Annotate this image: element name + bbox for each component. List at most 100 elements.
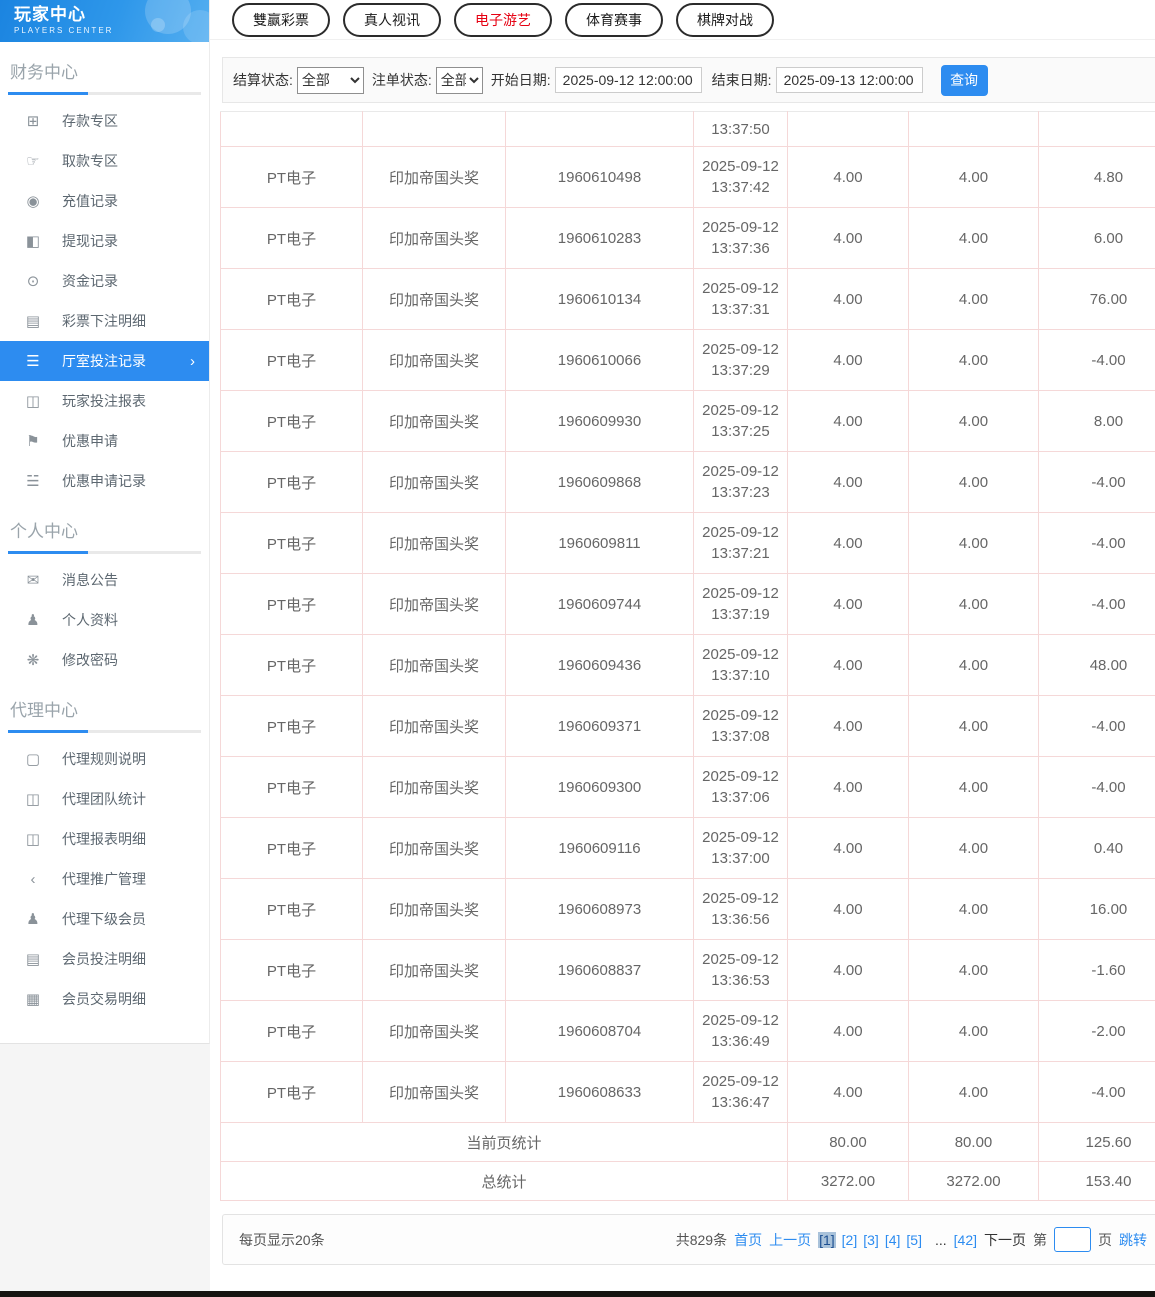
tab-体育赛事[interactable]: 体育赛事 — [565, 2, 663, 37]
sidebar-item-label: 玩家投注报表 — [62, 393, 146, 409]
page-summary-row: 当前页统计 80.00 80.00 125.60 — [220, 1122, 1155, 1162]
promo-apply-icon: ⚑ — [26, 433, 40, 450]
table-cell — [787, 111, 909, 147]
page-link-2[interactable]: [2] — [842, 1232, 858, 1248]
sidebar-item-agent-downline[interactable]: ♟ 代理下级会员 — [0, 899, 209, 939]
sidebar-item-withdraw[interactable]: ☞ 取款专区 — [0, 141, 209, 181]
valid-amount-cell: 4.00 — [908, 390, 1039, 452]
sidebar-item-lottery-bet-detail[interactable]: ▤ 彩票下注明细 — [0, 301, 209, 341]
settle-status-select[interactable]: 全部 — [296, 66, 364, 94]
gamepad-decoration-icon — [183, 10, 209, 42]
agent-team-stats-icon: ◫ — [25, 791, 41, 808]
page-link-4[interactable]: [4] — [885, 1232, 901, 1248]
sidebar-item-promo-apply-record[interactable]: ☱ 优惠申请记录 — [0, 461, 209, 501]
table-row: PT电子 印加帝国头奖 1960608837 2025-09-12 13:36:53 4.… — [220, 939, 1155, 1001]
sidebar-item-label: 会员投注明细 — [62, 951, 146, 967]
prev-page-link[interactable]: 上一页 — [769, 1230, 811, 1250]
summary-result-cell: 125.60 — [1038, 1122, 1155, 1162]
win-loss-cell: -4.00 — [1038, 329, 1155, 391]
bet-time: 13:37:36 — [711, 240, 770, 257]
order-number-cell: 1960610134 — [505, 268, 694, 330]
game-type-cell: PT电子 — [220, 1061, 363, 1123]
bet-time-cell: 2025-09-12 13:37:06 — [693, 756, 788, 818]
sidebar-item-label: 代理团队统计 — [62, 791, 146, 807]
sidebar-item-player-bet-report[interactable]: ◫ 玩家投注报表 — [0, 381, 209, 421]
search-button[interactable]: 查询 — [940, 64, 988, 96]
end-date-input[interactable] — [775, 67, 923, 93]
valid-amount-cell: 4.00 — [908, 939, 1039, 1001]
promo-apply-record-icon: ☱ — [26, 473, 40, 490]
valid-amount-cell: 4.00 — [908, 1061, 1039, 1123]
agent-rules-icon: ▢ — [25, 751, 41, 768]
sidebar-item-label: 消息公告 — [62, 572, 118, 588]
valid-amount-cell: 4.00 — [908, 1000, 1039, 1062]
bet-time: 13:36:53 — [711, 972, 770, 989]
change-password-icon: ❋ — [26, 652, 40, 669]
sidebar-panel: 玩家中心 PLAYERS CENTER 财务中心 ⊞ 存款专区 ☞ 取款专区 ◉ 充值记录 ◧… — [0, 0, 210, 1044]
game-name-cell: 印加帝国头奖 — [362, 1000, 506, 1062]
bet-date: 2025-09-12 — [702, 402, 779, 419]
bet-date: 2025-09-12 — [702, 219, 779, 236]
win-loss-cell: 4.80 — [1038, 146, 1155, 208]
first-page-link[interactable]: 首页 — [734, 1230, 762, 1250]
bet-time-cell: 2025-09-12 13:37:25 — [693, 390, 788, 452]
sidebar-item-deposit[interactable]: ⊞ 存款专区 — [0, 101, 209, 141]
win-loss-cell: -4.00 — [1038, 451, 1155, 513]
sidebar-item-agent-report[interactable]: ◫ 代理报表明细 — [0, 819, 209, 859]
tab-真人视讯[interactable]: 真人视讯 — [343, 2, 441, 37]
sidebar-item-agent-promotion[interactable]: ‹ 代理推广管理 — [0, 859, 209, 899]
win-loss-cell: -2.00 — [1038, 1000, 1155, 1062]
jump-prefix-label: 第 — [1033, 1231, 1047, 1248]
table-row: PT电子 印加帝国头奖 1960610066 2025-09-12 13:37:29 4.… — [220, 329, 1155, 391]
start-date-input[interactable] — [554, 67, 702, 93]
withdrawal-record-icon: ◧ — [25, 233, 41, 250]
game-name-cell: 印加帝国头奖 — [362, 939, 506, 1001]
sidebar-item-promo-apply[interactable]: ⚑ 优惠申请 — [0, 421, 209, 461]
sidebar-item-profile[interactable]: ♟ 个人资料 — [0, 600, 209, 640]
last-page-link[interactable]: [42] — [954, 1232, 977, 1248]
page-link-5[interactable]: [5] — [906, 1232, 922, 1248]
jump-page-input[interactable] — [1054, 1227, 1091, 1252]
sidebar-item-agent-rules[interactable]: ▢ 代理规则说明 — [0, 739, 209, 779]
order-status-select[interactable]: 全部 — [435, 66, 483, 94]
tab-雙赢彩票[interactable]: 雙赢彩票 — [232, 2, 330, 37]
game-type-cell: PT电子 — [220, 390, 363, 452]
bet-amount-cell: 4.00 — [787, 390, 909, 452]
jump-button[interactable]: 跳转 — [1119, 1230, 1147, 1250]
sidebar-item-announcement[interactable]: ✉ 消息公告 — [0, 560, 209, 600]
bet-amount-cell: 4.00 — [787, 1000, 909, 1062]
game-name-cell: 印加帝国头奖 — [362, 146, 506, 208]
member-trade-detail-icon: ▦ — [25, 991, 41, 1008]
footer-bar — [0, 1291, 1155, 1297]
sidebar-item-label: 存款专区 — [62, 113, 118, 129]
game-type-cell: PT电子 — [220, 268, 363, 330]
player-bet-report-icon: ◫ — [25, 393, 41, 410]
tab-电子游艺[interactable]: 电子游艺 — [454, 2, 552, 37]
bet-time: 13:37:25 — [711, 423, 770, 440]
sidebar-item-member-bet-detail[interactable]: ▤ 会员投注明细 — [0, 939, 209, 979]
win-loss-cell: 8.00 — [1038, 390, 1155, 452]
sidebar-item-withdrawal-record[interactable]: ◧ 提现记录 — [0, 221, 209, 261]
game-name-cell: 印加帝国头奖 — [362, 329, 506, 391]
sidebar-item-recharge-record[interactable]: ◉ 充值记录 — [0, 181, 209, 221]
bet-date: 2025-09-12 — [702, 829, 779, 846]
bet-time: 13:37:42 — [711, 179, 770, 196]
sidebar-item-change-password[interactable]: ❋ 修改密码 — [0, 640, 209, 680]
section-divider-accent — [8, 551, 88, 554]
next-page-link[interactable]: 下一页 — [984, 1230, 1026, 1250]
sidebar-item-hall-bet-record[interactable]: ☰ 厅室投注记录 › — [0, 341, 209, 381]
page-link-3[interactable]: [3] — [863, 1232, 879, 1248]
win-loss-cell: -4.00 — [1038, 756, 1155, 818]
table-cell — [362, 111, 506, 147]
sidebar-item-member-trade-detail[interactable]: ▦ 会员交易明细 — [0, 979, 209, 1019]
bet-amount-cell: 4.00 — [787, 756, 909, 818]
order-number-cell: 1960609930 — [505, 390, 694, 452]
sidebar-item-agent-team-stats[interactable]: ◫ 代理团队统计 — [0, 779, 209, 819]
bet-time: 13:37:29 — [711, 362, 770, 379]
game-category-tabs: 雙赢彩票 真人视讯 电子游艺 体育赛事 棋牌对战 — [210, 0, 1155, 40]
page-link-1[interactable]: [1] — [818, 1231, 836, 1248]
sidebar-item-funds-record[interactable]: ⊙ 资金记录 — [0, 261, 209, 301]
bet-date: 2025-09-12 — [702, 1012, 779, 1029]
tab-棋牌对战[interactable]: 棋牌对战 — [676, 2, 774, 37]
sidebar-section-title: 财务中心 — [10, 63, 78, 82]
